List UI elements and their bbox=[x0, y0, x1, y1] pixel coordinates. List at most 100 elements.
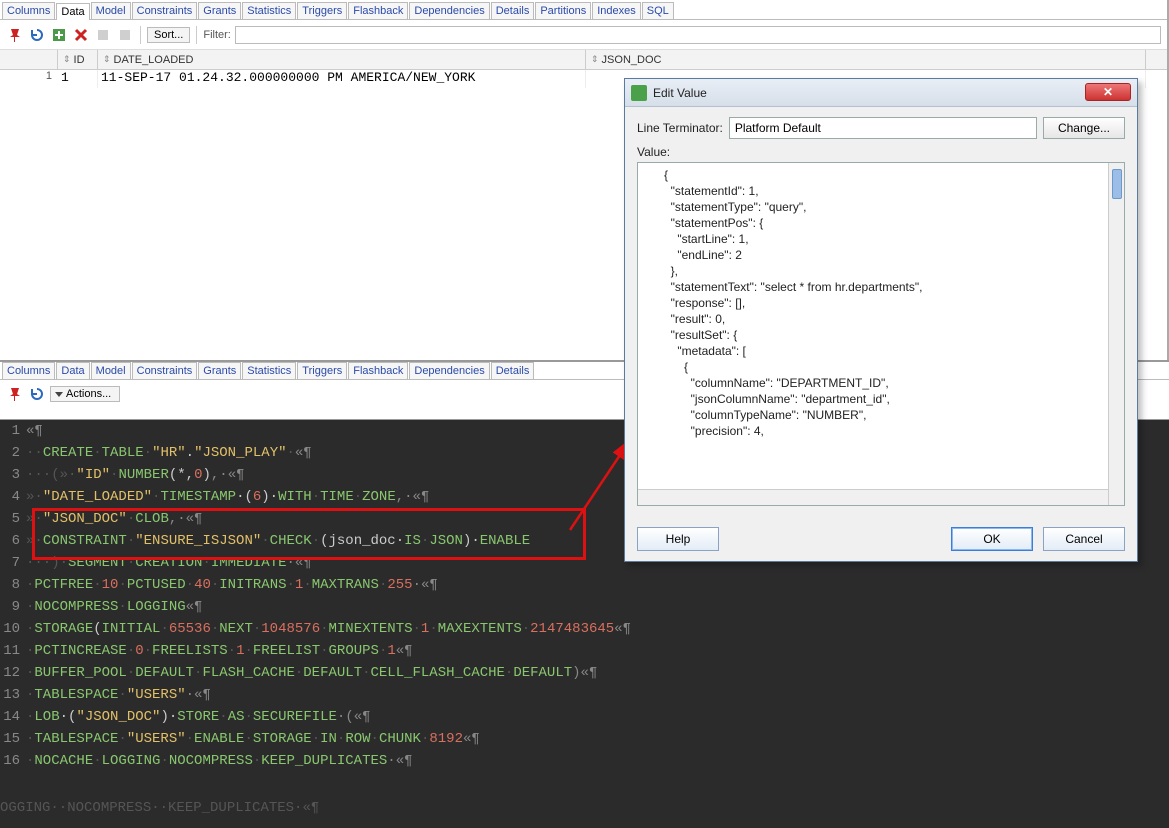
value-textarea-wrap: { "statementId": 1, "statementType": "qu… bbox=[637, 162, 1125, 506]
tab-grants[interactable]: Grants bbox=[198, 362, 241, 379]
tab-model[interactable]: Model bbox=[91, 362, 131, 379]
dialog-title: Edit Value bbox=[653, 86, 707, 100]
tab-flashback[interactable]: Flashback bbox=[348, 2, 408, 19]
tab-triggers[interactable]: Triggers bbox=[297, 362, 347, 379]
tab-statistics[interactable]: Statistics bbox=[242, 2, 296, 19]
tab-triggers[interactable]: Triggers bbox=[297, 2, 347, 19]
close-button[interactable]: ✕ bbox=[1085, 83, 1131, 101]
cell[interactable]: 1 bbox=[58, 70, 98, 88]
grid-header: ⇕ID⇕DATE_LOADED⇕JSON_DOC bbox=[0, 50, 1167, 70]
toolbar-separator bbox=[140, 26, 141, 44]
gutter: 13 bbox=[0, 684, 26, 706]
filter-label: Filter: bbox=[203, 29, 231, 41]
pin-icon[interactable] bbox=[6, 26, 24, 44]
refresh-icon[interactable] bbox=[28, 26, 46, 44]
vertical-scrollbar[interactable] bbox=[1108, 163, 1124, 505]
gutter: 1 bbox=[0, 420, 26, 442]
tab-model[interactable]: Model bbox=[91, 2, 131, 19]
code-line: 15·TABLESPACE·"USERS"·ENABLE·STORAGE·IN·… bbox=[0, 728, 1169, 750]
delete-row-icon[interactable] bbox=[72, 26, 90, 44]
code-line: 14·LOB·("JSON_DOC")·STORE·AS·SECUREFILE·… bbox=[0, 706, 1169, 728]
value-label: Value: bbox=[637, 145, 1125, 159]
row-number: 1 bbox=[0, 70, 58, 88]
code-line: 10·STORAGE(INITIAL·65536·NEXT·1048576·MI… bbox=[0, 618, 1169, 640]
tab-grants[interactable]: Grants bbox=[198, 2, 241, 19]
code-content[interactable]: ·NOCACHE·LOGGING·NOCOMPRESS·KEEP_DUPLICA… bbox=[26, 750, 1169, 772]
column-header-json_doc[interactable]: ⇕JSON_DOC bbox=[586, 50, 1146, 69]
commit-icon[interactable] bbox=[94, 26, 112, 44]
help-button[interactable]: Help bbox=[637, 527, 719, 551]
tab-statistics[interactable]: Statistics bbox=[242, 362, 296, 379]
gutter: 9 bbox=[0, 596, 26, 618]
top-toolbar: Sort... Filter: bbox=[0, 20, 1167, 50]
actions-label: Actions... bbox=[66, 388, 111, 400]
cell[interactable]: 11-SEP-17 01.24.32.000000000 PM AMERICA/… bbox=[98, 70, 586, 88]
code-content[interactable]: ·TABLESPACE·"USERS"·«¶ bbox=[26, 684, 1169, 706]
tab-constraints[interactable]: Constraints bbox=[132, 2, 198, 19]
tab-data[interactable]: Data bbox=[56, 362, 89, 379]
change-button[interactable]: Change... bbox=[1043, 117, 1125, 139]
tab-details[interactable]: Details bbox=[491, 2, 535, 19]
editor-ghost-line: OGGING··NOCOMPRESS··KEEP_DUPLICATES·«¶ bbox=[0, 800, 319, 816]
rownum-header bbox=[0, 50, 58, 69]
tab-columns[interactable]: Columns bbox=[2, 362, 55, 379]
code-content[interactable]: ·PCTINCREASE·0·FREELISTS·1·FREELIST·GROU… bbox=[26, 640, 1169, 662]
gutter: 4 bbox=[0, 486, 26, 508]
gutter: 2 bbox=[0, 442, 26, 464]
gutter: 7 bbox=[0, 552, 26, 574]
refresh-icon[interactable] bbox=[28, 385, 46, 403]
dialog-icon bbox=[631, 85, 647, 101]
code-line: 11·PCTINCREASE·0·FREELISTS·1·FREELIST·GR… bbox=[0, 640, 1169, 662]
gutter: 11 bbox=[0, 640, 26, 662]
gutter: 10 bbox=[0, 618, 26, 640]
gutter: 8 bbox=[0, 574, 26, 596]
tab-details[interactable]: Details bbox=[491, 362, 535, 379]
gutter: 12 bbox=[0, 662, 26, 684]
horizontal-scrollbar[interactable] bbox=[638, 489, 1108, 505]
gutter: 6 bbox=[0, 530, 26, 552]
scrollbar-thumb[interactable] bbox=[1112, 169, 1122, 199]
tab-dependencies[interactable]: Dependencies bbox=[409, 2, 489, 19]
edit-value-dialog: Edit Value ✕ Line Terminator: Change... … bbox=[624, 78, 1138, 562]
code-line: 16·NOCACHE·LOGGING·NOCOMPRESS·KEEP_DUPLI… bbox=[0, 750, 1169, 772]
tab-indexes[interactable]: Indexes bbox=[592, 2, 641, 19]
cancel-button[interactable]: Cancel bbox=[1043, 527, 1125, 551]
dialog-titlebar[interactable]: Edit Value ✕ bbox=[625, 79, 1137, 107]
code-content[interactable]: ·BUFFER_POOL·DEFAULT·FLASH_CACHE·DEFAULT… bbox=[26, 662, 1169, 684]
code-content[interactable]: ·PCTFREE·10·PCTUSED·40·INITRANS·1·MAXTRA… bbox=[26, 574, 1169, 596]
code-content[interactable]: ·TABLESPACE·"USERS"·ENABLE·STORAGE·IN·RO… bbox=[26, 728, 1169, 750]
sort-button[interactable]: Sort... bbox=[147, 27, 190, 43]
code-line: 9·NOCOMPRESS·LOGGING«¶ bbox=[0, 596, 1169, 618]
tab-sql[interactable]: SQL bbox=[642, 2, 674, 19]
code-line: 12·BUFFER_POOL·DEFAULT·FLASH_CACHE·DEFAU… bbox=[0, 662, 1169, 684]
gutter: 3 bbox=[0, 464, 26, 486]
code-line: 8·PCTFREE·10·PCTUSED·40·INITRANS·1·MAXTR… bbox=[0, 574, 1169, 596]
column-header-id[interactable]: ⇕ID bbox=[58, 50, 98, 69]
code-content[interactable]: ·LOB·("JSON_DOC")·STORE·AS·SECUREFILE·(«… bbox=[26, 706, 1169, 728]
value-textarea[interactable]: { "statementId": 1, "statementType": "qu… bbox=[638, 163, 1124, 505]
pin-icon[interactable] bbox=[6, 385, 24, 403]
tab-flashback[interactable]: Flashback bbox=[348, 362, 408, 379]
actions-button[interactable]: Actions... bbox=[50, 386, 120, 402]
column-header-date_loaded[interactable]: ⇕DATE_LOADED bbox=[98, 50, 586, 69]
rollback-icon[interactable] bbox=[116, 26, 134, 44]
tab-partitions[interactable]: Partitions bbox=[535, 2, 591, 19]
line-terminator-field[interactable] bbox=[729, 117, 1037, 139]
filter-input[interactable] bbox=[235, 26, 1161, 44]
gutter: 14 bbox=[0, 706, 26, 728]
code-content[interactable]: ·NOCOMPRESS·LOGGING«¶ bbox=[26, 596, 1169, 618]
tab-constraints[interactable]: Constraints bbox=[132, 362, 198, 379]
tab-columns[interactable]: Columns bbox=[2, 2, 55, 19]
top-tabrow: ColumnsDataModelConstraintsGrantsStatist… bbox=[0, 0, 1167, 20]
gutter: 16 bbox=[0, 750, 26, 772]
dropdown-icon bbox=[55, 392, 63, 397]
tab-data[interactable]: Data bbox=[56, 3, 89, 20]
add-row-icon[interactable] bbox=[50, 26, 68, 44]
gutter: 15 bbox=[0, 728, 26, 750]
toolbar-separator bbox=[196, 26, 197, 44]
tab-dependencies[interactable]: Dependencies bbox=[409, 362, 489, 379]
code-line: 13·TABLESPACE·"USERS"·«¶ bbox=[0, 684, 1169, 706]
line-terminator-label: Line Terminator: bbox=[637, 121, 723, 135]
ok-button[interactable]: OK bbox=[951, 527, 1033, 551]
code-content[interactable]: ·STORAGE(INITIAL·65536·NEXT·1048576·MINE… bbox=[26, 618, 1169, 640]
